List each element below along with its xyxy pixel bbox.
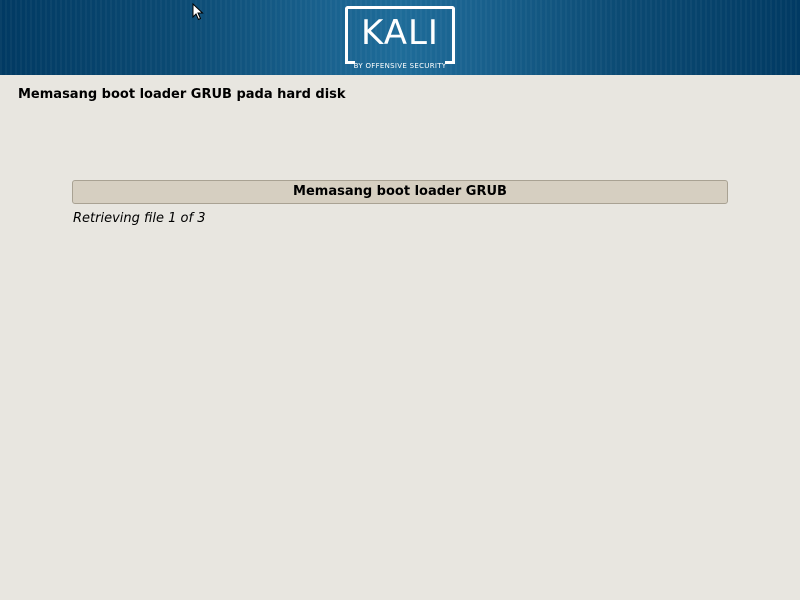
progress-bar: Memasang boot loader GRUB xyxy=(72,180,728,204)
progress-status: Retrieving file 1 of 3 xyxy=(73,211,206,226)
progress-label: Memasang boot loader GRUB xyxy=(293,184,507,199)
kali-logo: KALI BY OFFENSIVE SECURITY xyxy=(345,6,455,72)
page-title: Memasang boot loader GRUB pada hard disk xyxy=(18,87,346,102)
logo-subtext: BY OFFENSIVE SECURITY xyxy=(353,62,447,70)
header-banner: KALI BY OFFENSIVE SECURITY xyxy=(0,0,800,75)
logo-text: KALI xyxy=(361,13,439,53)
mouse-pointer-icon xyxy=(192,3,204,21)
